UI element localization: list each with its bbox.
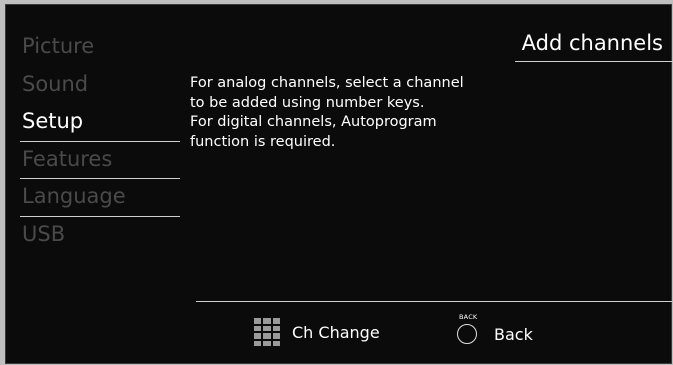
description-line: For digital channels, Autoprogram	[190, 114, 437, 130]
footer-divider	[196, 301, 672, 302]
panel-title: Add channels	[521, 31, 663, 55]
back-button-icon: BACK	[456, 313, 482, 347]
back-ring	[457, 324, 477, 344]
ch-change-hint: Ch Change	[254, 318, 380, 346]
menu-item-usb[interactable]: USB	[20, 217, 180, 255]
back-key-label: BACK	[459, 313, 478, 321]
back-label: Back	[494, 324, 533, 344]
menu-item-sound[interactable]: Sound	[20, 67, 180, 105]
description-line: to be added using number keys.	[190, 94, 425, 111]
description-line: function is required.	[190, 133, 336, 150]
menu-item-setup[interactable]: Setup	[20, 104, 180, 142]
menu-item-features[interactable]: Features	[20, 142, 180, 179]
back-hint[interactable]: BACK Back	[456, 313, 533, 347]
tv-menu-screen: Picture Sound Setup Features Language US…	[5, 4, 673, 364]
description-text: For analog channels, select a channel to…	[190, 74, 510, 152]
title-divider	[515, 61, 673, 62]
ch-change-label: Ch Change	[292, 322, 380, 342]
description-line: For analog channels, select a channel	[190, 75, 464, 91]
menu-item-picture[interactable]: Picture	[20, 29, 180, 67]
main-menu: Picture Sound Setup Features Language US…	[20, 29, 180, 254]
keypad-icon	[254, 318, 280, 346]
menu-item-language[interactable]: Language	[20, 179, 180, 217]
